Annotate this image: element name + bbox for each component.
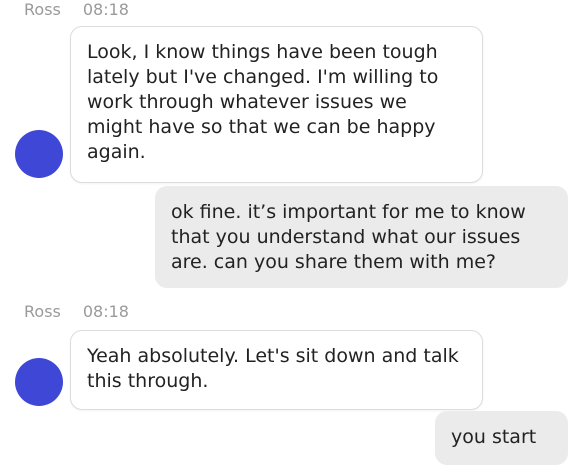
sender-name: Ross (24, 0, 61, 19)
message-text: Yeah absolutely. Let's sit down and talk… (87, 345, 459, 392)
outgoing-message-bubble[interactable]: ok fine. it’s important for me to know t… (155, 186, 568, 288)
message-time: 08:18 (82, 302, 129, 321)
incoming-message-bubble[interactable]: Yeah absolutely. Let's sit down and talk… (70, 330, 483, 410)
incoming-message-bubble[interactable]: Look, I know things have been tough late… (70, 26, 483, 183)
message-text: Look, I know things have been tough late… (87, 41, 439, 163)
message-meta: Ross 08:18 (24, 0, 129, 19)
message-text: you start (451, 426, 537, 448)
message-meta: Ross 08:18 (24, 302, 129, 321)
message-text: ok fine. it’s important for me to know t… (171, 201, 526, 273)
message-time: 08:18 (82, 0, 129, 19)
outgoing-message-bubble[interactable]: you start (435, 411, 568, 465)
sender-name: Ross (24, 302, 61, 321)
avatar[interactable] (15, 130, 63, 178)
avatar[interactable] (15, 358, 63, 406)
